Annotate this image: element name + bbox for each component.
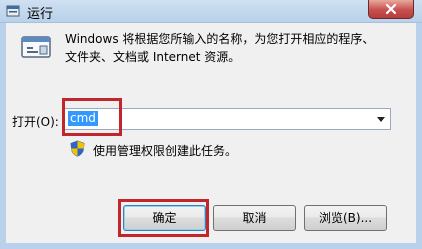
open-combobox[interactable]: cmd xyxy=(64,108,391,130)
ok-button[interactable]: 确定 xyxy=(123,205,206,231)
run-dialog-icon xyxy=(21,36,51,58)
browse-button[interactable]: 浏览(B)... xyxy=(304,205,387,231)
close-button[interactable] xyxy=(368,0,414,19)
run-dialog: 运行 Windows 将根据您所输入的名称，为您打开相应的程序、 文件夹、文档或… xyxy=(0,0,422,249)
close-icon xyxy=(385,3,397,15)
description-line-1: Windows 将根据您所输入的名称，为您打开相应的程序、 xyxy=(65,32,375,46)
dropdown-arrow-icon[interactable] xyxy=(377,117,385,122)
description-line-2: 文件夹、文档或 Internet 资源。 xyxy=(65,50,241,64)
cancel-button[interactable]: 取消 xyxy=(213,205,296,231)
title-bar[interactable]: 运行 xyxy=(0,0,422,23)
admin-note: 使用管理权限创建此任务。 xyxy=(93,144,238,158)
description: Windows 将根据您所输入的名称，为您打开相应的程序、 文件夹、文档或 In… xyxy=(65,30,395,66)
window-title: 运行 xyxy=(27,7,54,22)
uac-shield-icon xyxy=(70,140,85,157)
open-label: 打开(O): xyxy=(12,115,59,129)
run-app-icon xyxy=(6,5,20,17)
open-input-value[interactable]: cmd xyxy=(68,111,98,126)
